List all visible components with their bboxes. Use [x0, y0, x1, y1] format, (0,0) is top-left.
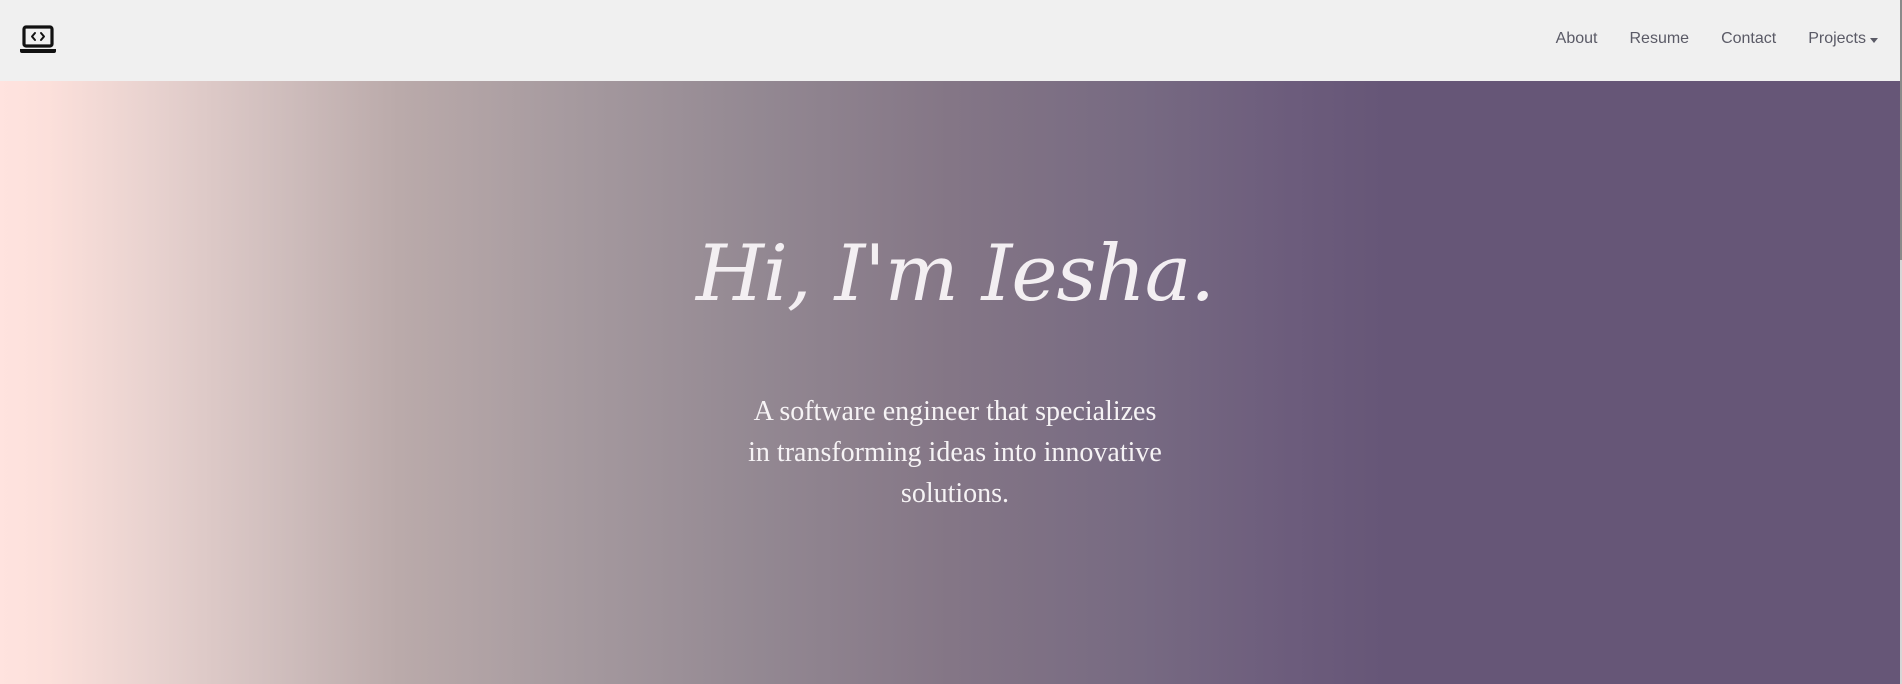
hero-subtitle: A software engineer that specializes in … — [748, 396, 1162, 509]
hero-title: Hi, I'm Iesha. — [695, 229, 1215, 319]
nav-link-about[interactable]: About — [1556, 28, 1598, 50]
page: About Resume Contact Projects Hi, I'm Ie… — [0, 0, 1902, 684]
laptop-code-icon[interactable] — [18, 24, 58, 56]
nav-link-projects-label: Projects — [1808, 30, 1866, 47]
nav-link-resume[interactable]: Resume — [1629, 28, 1689, 50]
nav-links: About Resume Contact Projects — [1556, 28, 1878, 50]
nav-link-contact[interactable]: Contact — [1721, 28, 1776, 50]
hero-section: Hi, I'm Iesha. A software engineer that … — [0, 81, 1900, 684]
caret-down-icon — [1870, 37, 1878, 43]
navbar: About Resume Contact Projects — [0, 0, 1900, 81]
nav-dropdown-projects[interactable]: Projects — [1808, 28, 1878, 50]
